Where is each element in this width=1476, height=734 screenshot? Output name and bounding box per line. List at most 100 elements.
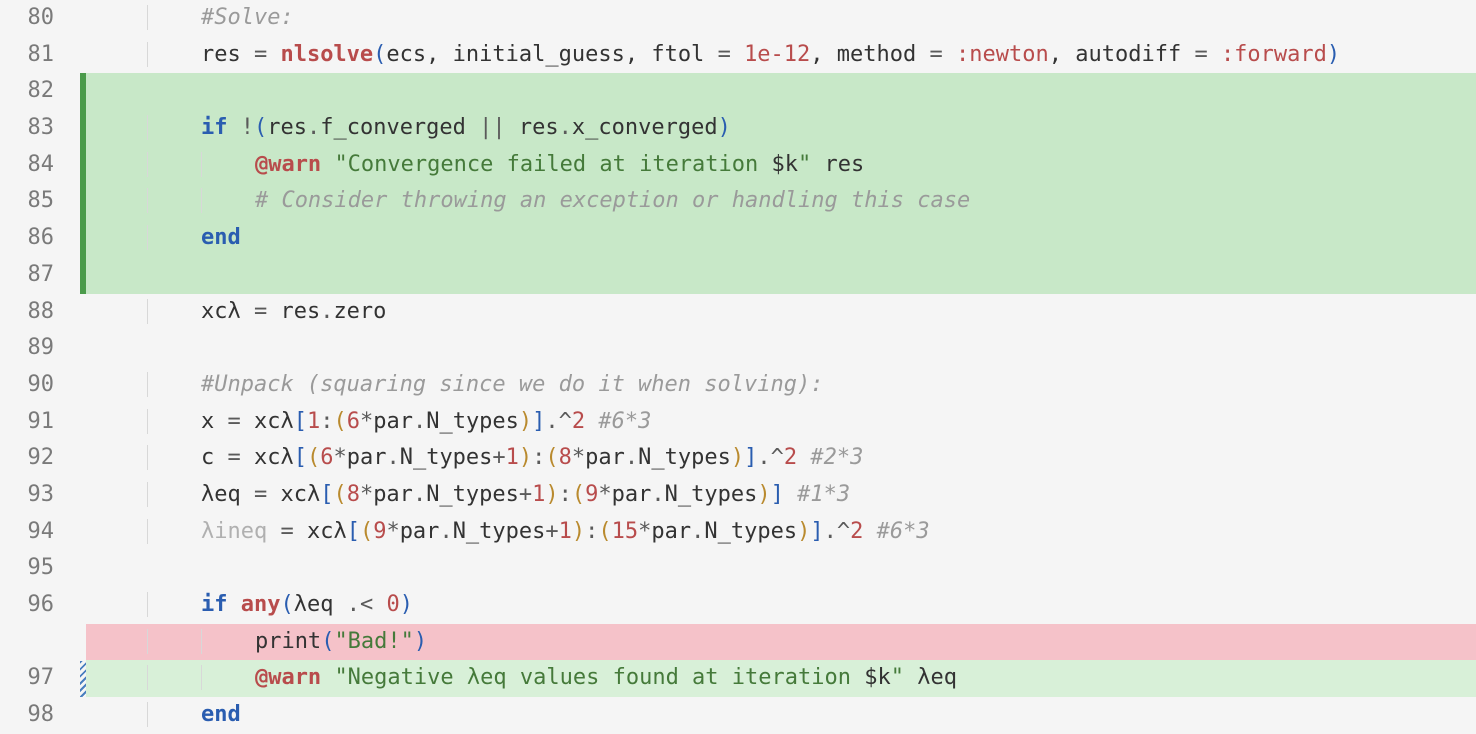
code-line[interactable] (86, 330, 1476, 367)
code-token: #Unpack (squaring since we do it when so… (201, 372, 824, 397)
code-token: "Bad!" (334, 629, 413, 654)
code-token: = (227, 409, 240, 434)
code-token: res (506, 115, 559, 140)
code-token: end (201, 702, 241, 727)
code-token: ) (797, 519, 810, 544)
code-token: par (651, 519, 691, 544)
code-token: N_types (400, 445, 493, 470)
line-number: 94 (0, 514, 80, 551)
code-token: ) (519, 409, 532, 434)
code-token: ( (254, 115, 267, 140)
code-token: #1*3 (797, 482, 850, 507)
code-token (731, 42, 744, 67)
code-token: ] (810, 519, 823, 544)
code-line[interactable]: # Consider throwing an exception or hand… (86, 183, 1476, 220)
code-line[interactable]: print("Bad!") (86, 624, 1476, 661)
code-token (784, 482, 797, 507)
code-content[interactable]: #Solve: res = nlsolve(ecs, initial_guess… (86, 0, 1476, 734)
code-token: . (559, 115, 572, 140)
code-token: . (413, 409, 426, 434)
code-line[interactable] (86, 257, 1476, 294)
code-token: . (320, 299, 333, 324)
code-token: $k (772, 152, 799, 177)
code-token: res (201, 42, 254, 67)
code-line[interactable]: x = xcλ[1:(6*par.N_types)].^2 #6*3 (86, 404, 1476, 441)
code-token: * (572, 445, 585, 470)
code-token: ( (333, 482, 346, 507)
code-line[interactable]: end (86, 220, 1476, 257)
code-line[interactable]: if !(res.f_converged || res.x_converged) (86, 110, 1476, 147)
code-token: = (254, 299, 267, 324)
line-number: 95 (0, 550, 80, 587)
code-token: . (439, 519, 452, 544)
code-token: : (532, 445, 545, 470)
code-token: . (625, 445, 638, 470)
code-token: 15 (612, 519, 639, 544)
code-token: xcλ (241, 445, 294, 470)
code-token: ! (241, 115, 254, 140)
code-token: if (201, 592, 228, 617)
line-number: 80 (0, 0, 80, 37)
code-line[interactable]: λineq = xcλ[(9*par.N_types+1):(15*par.N_… (86, 514, 1476, 551)
code-line[interactable]: c = xcλ[(6*par.N_types+1):(8*par.N_types… (86, 440, 1476, 477)
code-token: N_types (426, 409, 519, 434)
code-token: xcλ (294, 519, 347, 544)
code-token: :forward (1221, 42, 1327, 67)
code-token: = (227, 445, 240, 470)
code-token: * (360, 482, 373, 507)
code-line[interactable] (86, 550, 1476, 587)
code-token: zero (333, 299, 386, 324)
code-token: ) (519, 445, 532, 470)
code-token: # Consider throwing an exception or hand… (255, 188, 970, 213)
code-token: . (691, 519, 704, 544)
code-line[interactable]: xcλ = res.zero (86, 294, 1476, 331)
code-token: xcλ (201, 299, 254, 324)
code-token: . (307, 115, 320, 140)
code-token: par (373, 409, 413, 434)
code-line[interactable]: end (86, 697, 1476, 734)
line-number: 97 (0, 660, 80, 697)
code-line[interactable]: #Solve: (86, 0, 1476, 37)
line-number: 85 (0, 183, 80, 220)
code-token: . (651, 482, 664, 507)
code-token: ( (545, 445, 558, 470)
code-line[interactable]: if any(λeq .< 0) (86, 587, 1476, 624)
code-line[interactable]: res = nlsolve(ecs, initial_guess, ftol =… (86, 37, 1476, 74)
code-token: = (254, 42, 267, 67)
code-token (1208, 42, 1221, 67)
code-line[interactable]: @warn "Negative λeq values found at iter… (86, 660, 1476, 697)
code-token: $k (864, 665, 891, 690)
line-number: 90 (0, 367, 80, 404)
line-number: 98 (0, 697, 80, 734)
code-token: any (241, 592, 281, 617)
code-token: 6 (347, 409, 360, 434)
code-token (227, 115, 240, 140)
line-number (0, 624, 80, 661)
code-token: ) (757, 482, 770, 507)
code-token: N_types (638, 445, 731, 470)
code-line[interactable]: #Unpack (squaring since we do it when so… (86, 367, 1476, 404)
code-token: 6 (320, 445, 333, 470)
code-token: ecs, initial_guess, ftol (386, 42, 717, 67)
code-token: * (333, 445, 346, 470)
code-line[interactable] (86, 73, 1476, 110)
code-token: xcλ (241, 409, 294, 434)
code-token: res (811, 152, 864, 177)
code-token: ) (718, 115, 731, 140)
code-token: ) (400, 592, 413, 617)
code-token: .^ (545, 409, 572, 434)
code-line[interactable]: λeq = xcλ[(8*par.N_types+1):(9*par.N_typ… (86, 477, 1476, 514)
code-line[interactable]: @warn "Convergence failed at iteration $… (86, 147, 1476, 184)
code-token: #Solve: (201, 5, 294, 30)
code-token: "Negative λeq values found at iteration (334, 665, 864, 690)
code-token: 1 (506, 445, 519, 470)
code-token: @warn (255, 152, 321, 177)
code-token: #2*3 (810, 445, 863, 470)
code-token: ( (373, 42, 386, 67)
code-token: .^ (757, 445, 784, 470)
code-token: res (267, 299, 320, 324)
line-number: 96 (0, 587, 80, 624)
code-token: , autodiff (1049, 42, 1195, 67)
line-number: 87 (0, 257, 80, 294)
code-token: . (413, 482, 426, 507)
